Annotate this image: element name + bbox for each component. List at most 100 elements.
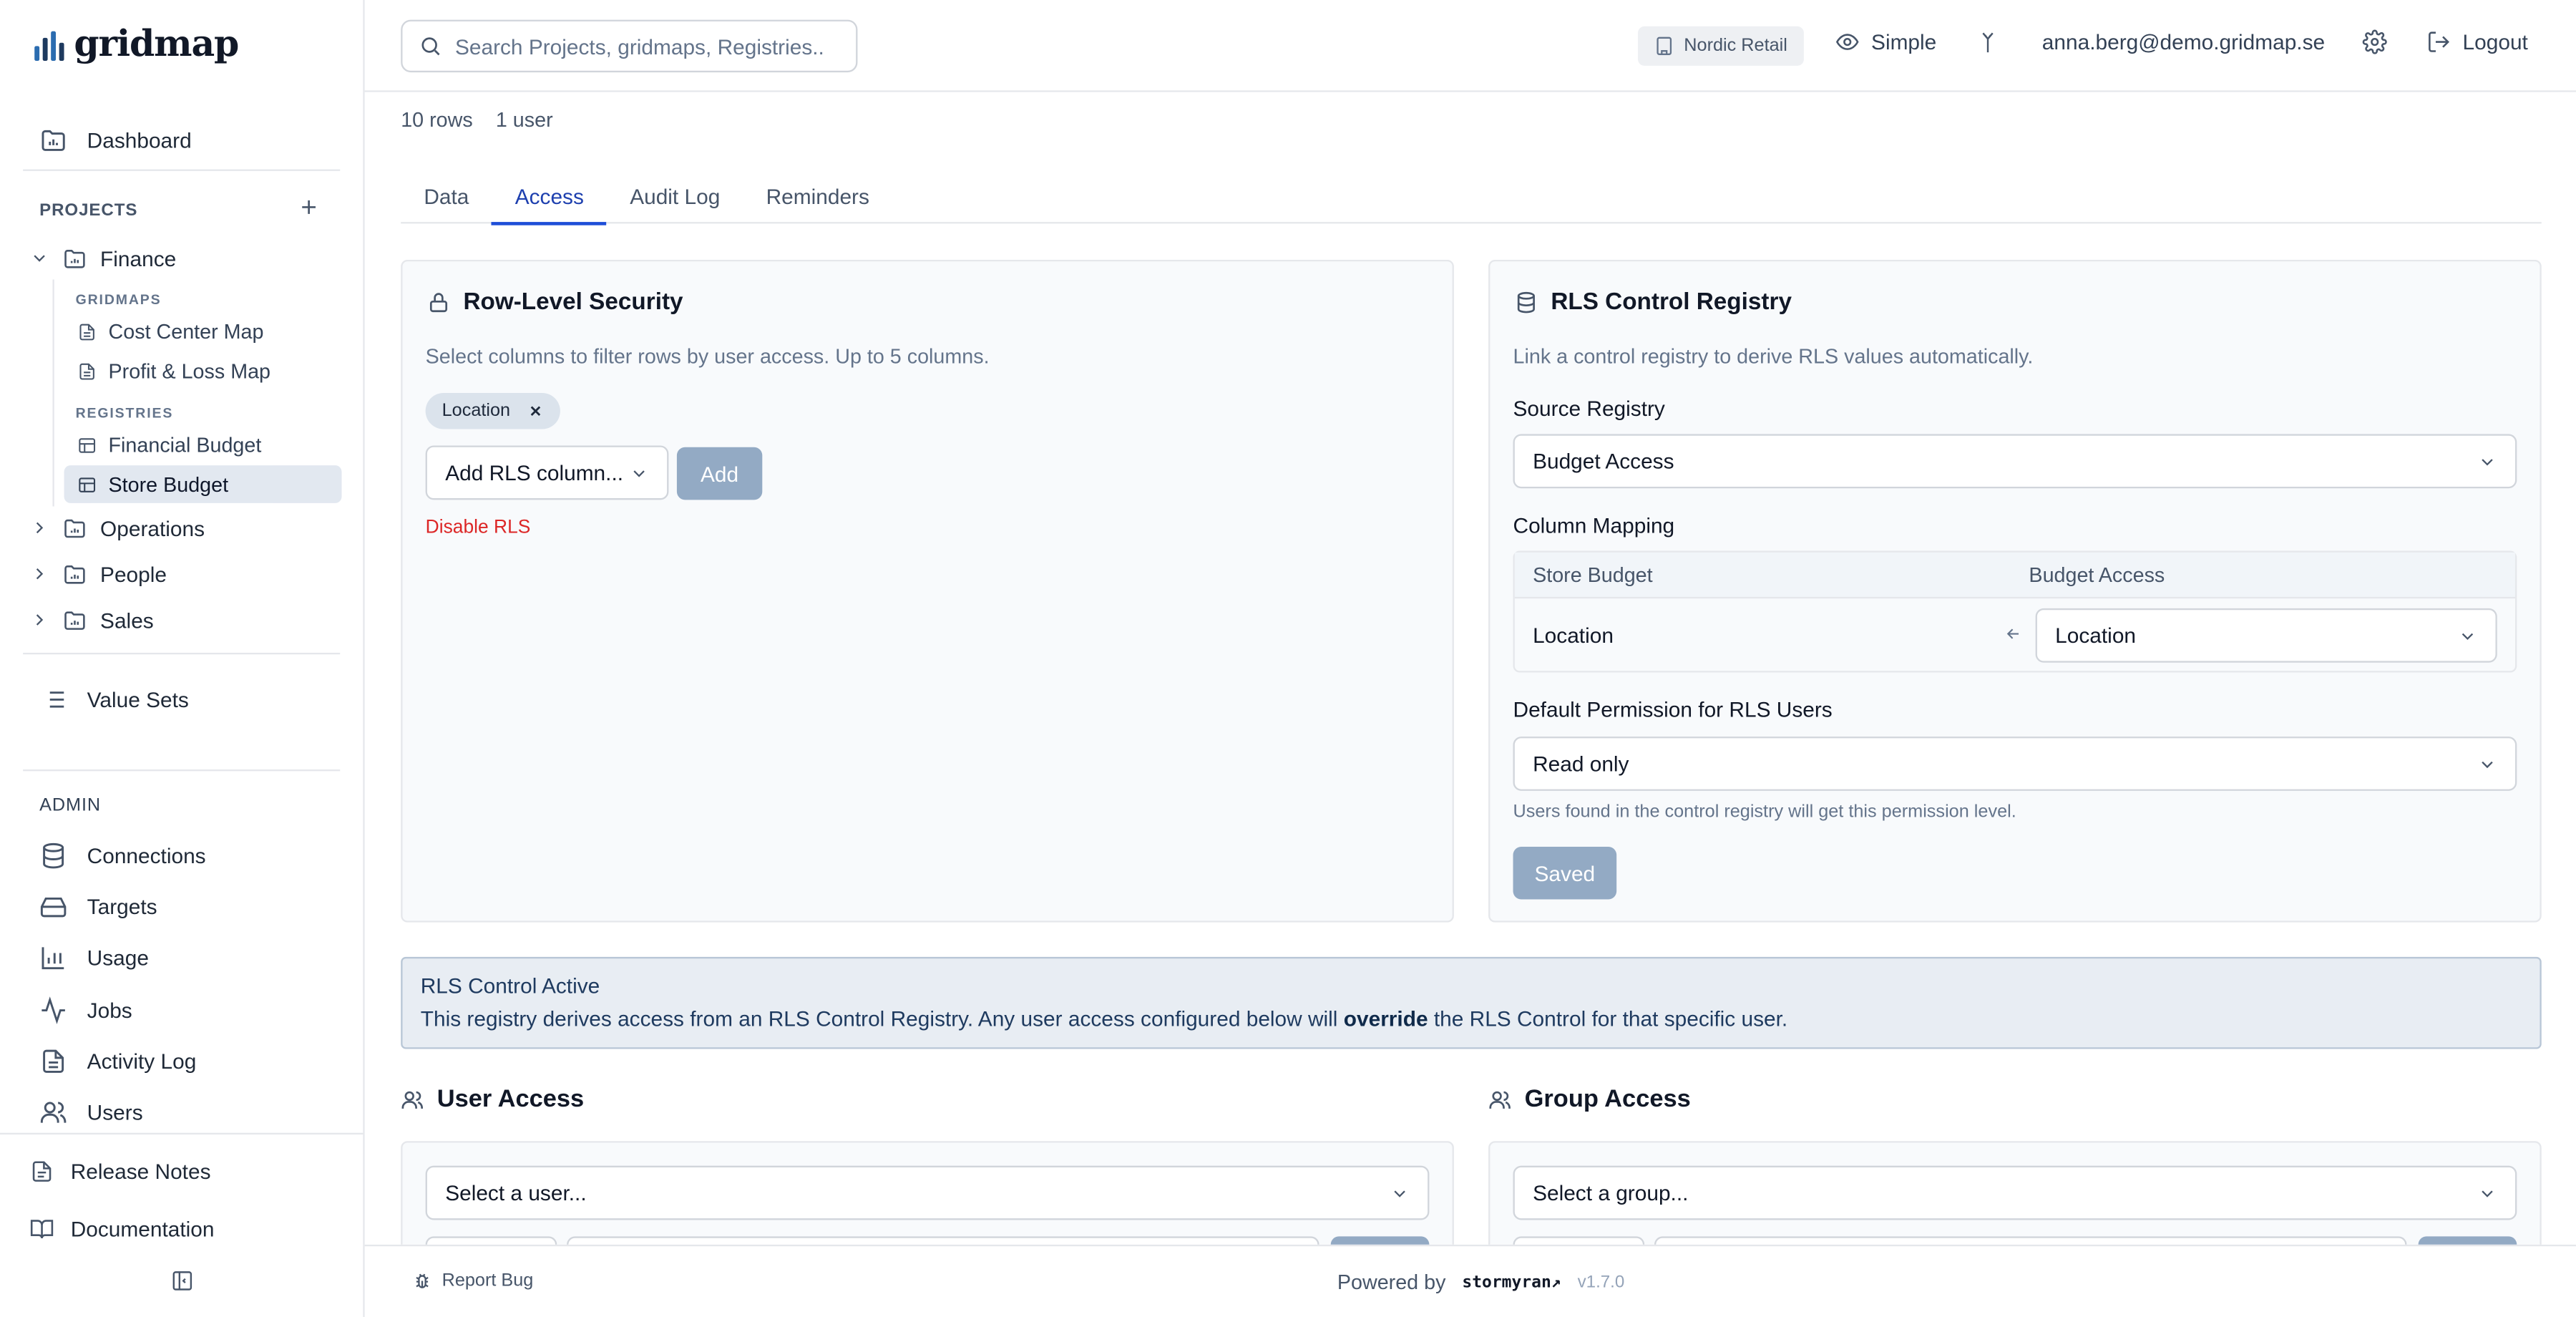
sidebar-item-label: Targets: [87, 893, 157, 918]
building-icon: [1654, 37, 1674, 57]
mapping-target-select[interactable]: Location: [2035, 608, 2497, 663]
report-bug-link[interactable]: Report Bug: [412, 1271, 533, 1291]
user-access-card: Select a user...: [401, 1141, 1454, 1245]
add-rls-button[interactable]: Add: [676, 447, 763, 500]
list-icon: [39, 685, 67, 713]
powered-by: Powered by stormyran↗ v1.7.0: [1337, 1271, 1624, 1294]
project-sales[interactable]: Sales: [29, 602, 154, 638]
settings-gear-icon[interactable]: [2362, 29, 2387, 54]
project-finance[interactable]: Finance: [29, 240, 176, 276]
group-values-input[interactable]: [1654, 1236, 2407, 1245]
user-email[interactable]: anna.berg@demo.gridmap.se: [2042, 29, 2325, 54]
rls-column-chip: Location: [425, 393, 560, 429]
logo-text: gridmap: [74, 23, 239, 66]
disable-rls-link[interactable]: Disable RLS: [426, 518, 531, 538]
mapping-header-right: Budget Access: [2029, 563, 2165, 588]
sidebar-item-label: Activity Log: [87, 1048, 197, 1073]
tab-data[interactable]: Data: [401, 167, 492, 223]
add-project-icon[interactable]: [298, 195, 321, 227]
close-icon[interactable]: [527, 403, 543, 419]
collapse-sidebar-icon[interactable]: [171, 1269, 194, 1301]
search-box[interactable]: [401, 19, 858, 73]
source-registry-select[interactable]: Budget Access: [1513, 434, 2517, 489]
chip-label: Location: [441, 401, 511, 422]
banner-title: RLS Control Active: [420, 973, 600, 998]
sidebar-item-release-notes[interactable]: Release Notes: [13, 1150, 340, 1192]
sidebar-item-targets[interactable]: Targets: [23, 885, 340, 928]
select-user-dropdown[interactable]: Select a user...: [425, 1165, 1430, 1220]
gridmaps-label: GRIDMAPS: [75, 291, 162, 308]
app-logo[interactable]: gridmap: [34, 23, 239, 66]
user-values-input[interactable]: [567, 1236, 1319, 1245]
brand-logo[interactable]: stormyran↗: [1462, 1273, 1561, 1291]
default-permission-select[interactable]: Read only: [1513, 737, 2517, 791]
divider: [23, 769, 341, 772]
select-value: Add RLS column...: [445, 460, 624, 485]
powered-by-label: Powered by: [1337, 1270, 1446, 1294]
logout-button[interactable]: Logout: [2426, 29, 2528, 54]
sidebar-item-users[interactable]: Users: [23, 1090, 340, 1133]
tenant-badge[interactable]: Nordic Retail: [1638, 26, 1804, 66]
saved-button[interactable]: Saved: [1513, 847, 1617, 900]
registry-store-budget[interactable]: Store Budget: [64, 465, 342, 503]
project-people[interactable]: People: [29, 555, 167, 592]
view-mode-toggle[interactable]: Simple: [1835, 29, 1937, 54]
banner-body-post: the RLS Control for that specific user.: [1428, 1006, 1788, 1031]
default-permission-label: Default Permission for RLS Users: [1513, 696, 1833, 722]
project-label: People: [100, 561, 167, 586]
sidebar-item-connections[interactable]: Connections: [23, 834, 340, 877]
users-icon: [401, 1088, 424, 1111]
sidebar-item-label: Jobs: [87, 997, 132, 1022]
permission-hint: Users found in the control registry will…: [1513, 802, 2016, 822]
file-text-icon: [39, 1046, 67, 1074]
registry-financial-budget[interactable]: Financial Budget: [64, 426, 342, 464]
sidebar-item-documentation[interactable]: Documentation: [13, 1207, 340, 1250]
add-group-button[interactable]: [2418, 1236, 2517, 1245]
eye-icon: [1835, 29, 1860, 54]
activity-icon: [39, 996, 67, 1024]
sidebar-item-usage[interactable]: Usage: [23, 935, 340, 978]
rls-title: Row-Level Security: [427, 289, 683, 316]
view-mode-label: Simple: [1871, 29, 1937, 54]
search-input[interactable]: [454, 34, 834, 59]
add-user-button[interactable]: [1330, 1236, 1430, 1245]
search-icon: [419, 34, 441, 57]
sidebar-item-activity-log[interactable]: Activity Log: [23, 1039, 340, 1082]
group-access-title-text: Group Access: [1524, 1085, 1691, 1114]
mapping-header-left: Store Budget: [1533, 563, 1653, 588]
rls-control-card: RLS Control Registry Link a control regi…: [1488, 259, 2542, 923]
sidebar-item-dashboard[interactable]: Dashboard: [23, 118, 340, 161]
main-content: 10 rows 1 user Data Access Audit Log Rem…: [364, 92, 2576, 1245]
banner-body-pre: This registry derives access from an RLS…: [420, 1006, 1344, 1031]
gridmap-profit-loss[interactable]: Profit & Loss Map: [64, 352, 342, 390]
permission-select[interactable]: [425, 1236, 557, 1245]
leaf-label: Store Budget: [108, 472, 229, 496]
logout-icon: [2426, 29, 2451, 54]
permission-select[interactable]: [1513, 1236, 1645, 1245]
tab-reminders[interactable]: Reminders: [743, 167, 892, 223]
gridmap-cost-center[interactable]: Cost Center Map: [64, 312, 342, 350]
chevron-down-icon: [29, 248, 49, 268]
sidebar-item-value-sets[interactable]: Value Sets: [23, 677, 340, 720]
bug-icon: [412, 1271, 432, 1291]
tab-audit-log[interactable]: Audit Log: [607, 167, 743, 223]
rls-title-text: Row-Level Security: [463, 289, 683, 316]
add-rls-column-select[interactable]: Add RLS column...: [425, 445, 669, 500]
hard-drive-icon: [39, 892, 67, 920]
project-operations[interactable]: Operations: [29, 510, 205, 546]
tab-access[interactable]: Access: [492, 167, 607, 225]
table-icon: [77, 475, 97, 495]
select-value: Select a group...: [1533, 1180, 1689, 1205]
sidebar-item-jobs[interactable]: Jobs: [23, 988, 340, 1031]
lock-icon: [427, 291, 450, 314]
chevron-down-icon: [2477, 754, 2497, 774]
chevron-right-icon: [29, 564, 49, 584]
banner-body-bold: override: [1343, 1006, 1428, 1031]
select-group-dropdown[interactable]: Select a group...: [1513, 1165, 2517, 1220]
project-label: Sales: [100, 607, 154, 633]
rls-control-description: Link a control registry to derive RLS va…: [1513, 345, 2034, 369]
leaf-label: Cost Center Map: [108, 319, 264, 343]
antenna-icon[interactable]: [1976, 29, 1999, 56]
project-label: Finance: [100, 246, 177, 271]
report-bug-label: Report Bug: [441, 1270, 534, 1291]
